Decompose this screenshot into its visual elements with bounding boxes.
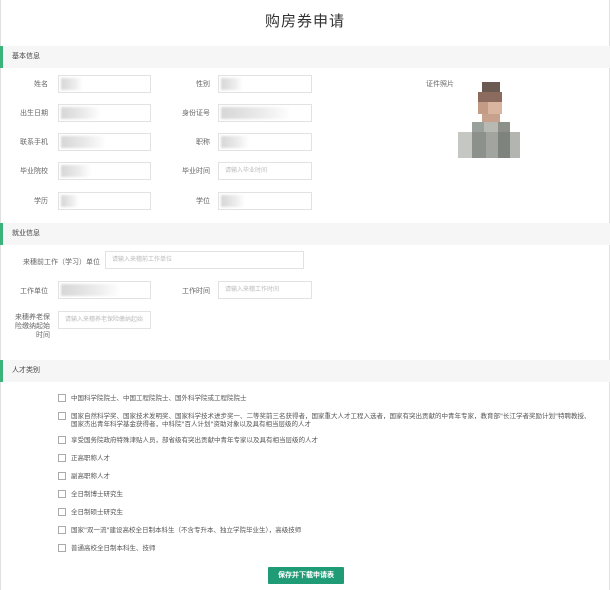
label-photo: 证件照片 xyxy=(426,80,454,88)
education-field[interactable] xyxy=(58,192,151,210)
save-download-button[interactable]: 保存并下载申请表 xyxy=(268,567,344,584)
page-title: 购房券申请 xyxy=(264,12,345,30)
redacted-value xyxy=(61,284,121,296)
checkbox[interactable] xyxy=(58,436,66,444)
talent-option-label: 正高职称人才 xyxy=(71,454,110,462)
label-school: 毕业院校 xyxy=(20,167,48,175)
section-employment-info: 就业信息 xyxy=(0,223,610,245)
left-border xyxy=(0,0,1,590)
redacted-value xyxy=(61,107,101,119)
talent-option-label: 全日制博士研究生 xyxy=(71,490,123,498)
label-grad-time: 毕业时间 xyxy=(182,167,210,175)
section-basic-info: 基本信息 xyxy=(0,46,610,68)
redacted-value xyxy=(221,107,291,119)
checkbox[interactable] xyxy=(58,454,66,462)
label-prev-unit: 来穗前工作（学习）单位 xyxy=(23,258,100,266)
degree-field[interactable] xyxy=(218,192,312,210)
redacted-value xyxy=(61,165,91,177)
birth-date-field[interactable] xyxy=(58,104,151,122)
talent-option-label: 全日制硕士研究生 xyxy=(71,508,123,516)
label-birth: 出生日期 xyxy=(20,109,48,117)
id-number-field[interactable] xyxy=(218,104,312,122)
label-insurance-start: 来穗养老保险缴纳起始时间 xyxy=(15,313,50,339)
label-degree: 学位 xyxy=(196,197,210,205)
checkbox[interactable] xyxy=(58,526,66,534)
label-work-unit: 工作单位 xyxy=(20,287,48,295)
label-position: 职称 xyxy=(196,138,210,146)
checkbox[interactable] xyxy=(58,394,66,402)
label-work-time: 工作时间 xyxy=(182,287,210,295)
redacted-value xyxy=(221,195,245,207)
label-phone: 联系手机 xyxy=(20,138,48,146)
work-time-field[interactable]: 请输入来穗工作时间 xyxy=(218,281,312,299)
redacted-value xyxy=(61,136,106,148)
section-title: 就业信息 xyxy=(12,229,40,237)
talent-option-label: 副高职称人才 xyxy=(71,472,110,480)
school-field[interactable] xyxy=(58,162,151,180)
work-unit-field[interactable] xyxy=(58,281,151,299)
checkbox[interactable] xyxy=(58,490,66,498)
grad-time-field[interactable]: 请输入毕业时间 xyxy=(218,162,312,180)
position-field[interactable] xyxy=(218,133,312,151)
talent-option-label: 国家自然科学奖、国家技术发明奖、国家科学技术进步奖一、二等奖前三名获得者，国家重… xyxy=(71,412,591,428)
redacted-value xyxy=(61,78,83,90)
talent-option-label: 国家"双一流"建设高校全日制本科生（不含专升本、独立学院毕业生），高级技师 xyxy=(71,526,302,534)
label-education: 学历 xyxy=(34,197,48,205)
redacted-value xyxy=(61,195,79,207)
prev-unit-field[interactable]: 请输入来穗前工作单位 xyxy=(105,251,304,269)
checkbox[interactable] xyxy=(58,508,66,516)
talent-option-label: 享受国务院政府特殊津贴人员，部省级有突出贡献中青年专家以及具有相当层级的人才 xyxy=(71,436,318,444)
section-title: 人才类别 xyxy=(12,366,40,374)
id-photo xyxy=(458,78,520,158)
checkbox[interactable] xyxy=(58,472,66,480)
label-id-number: 身份证号 xyxy=(182,109,210,117)
talent-option-label: 中国科学院院士、中国工程院院士、国外科学院或工程院院士 xyxy=(71,394,247,402)
insurance-start-field[interactable]: 请输入来穗养老保险缴纳起始 xyxy=(58,311,151,329)
phone-field[interactable] xyxy=(58,133,151,151)
gender-field[interactable] xyxy=(218,75,312,93)
label-gender: 性别 xyxy=(196,80,210,88)
checkbox[interactable] xyxy=(58,544,66,552)
checkbox[interactable] xyxy=(58,412,66,420)
redacted-value xyxy=(221,136,249,148)
redacted-value xyxy=(221,78,243,90)
section-talent-category: 人才类别 xyxy=(0,360,610,382)
section-title: 基本信息 xyxy=(12,52,40,60)
label-name: 姓名 xyxy=(34,80,48,88)
name-field[interactable] xyxy=(58,75,151,93)
talent-option-label: 普通高校全日制本科生、技师 xyxy=(71,544,156,552)
